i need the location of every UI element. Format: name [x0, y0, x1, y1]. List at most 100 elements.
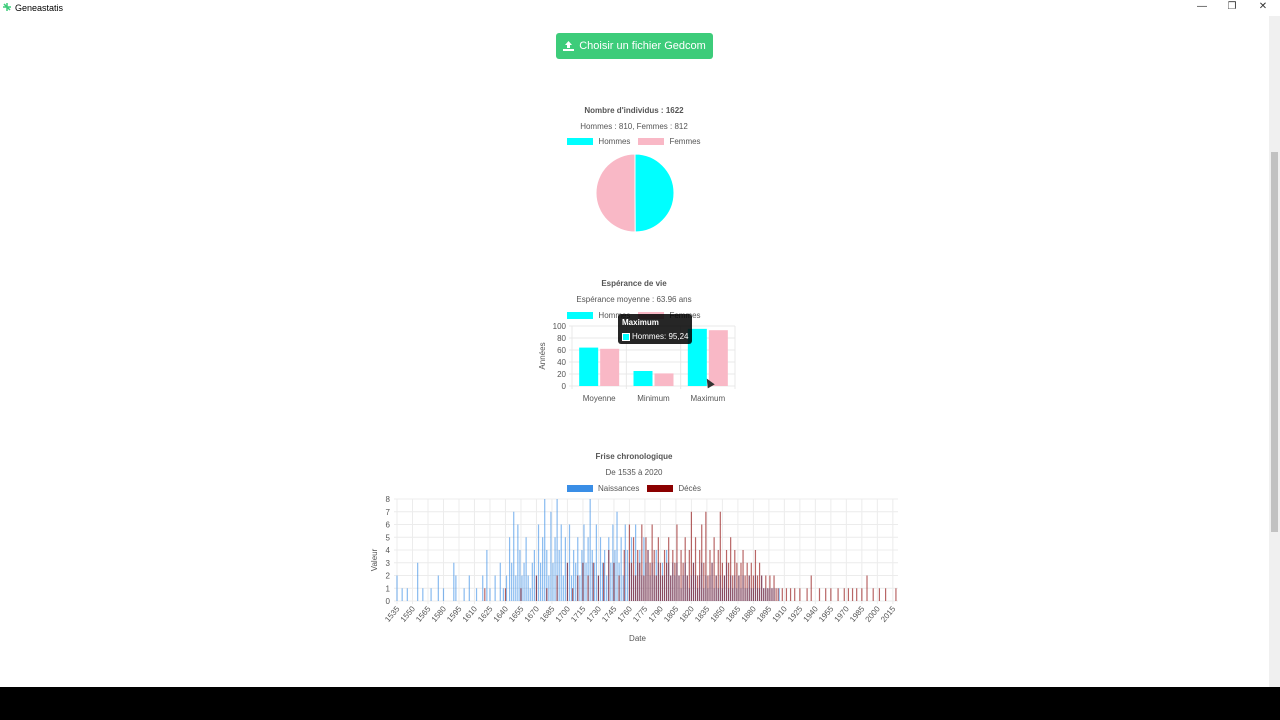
bar-décès	[711, 562, 713, 601]
bar-décès	[851, 588, 854, 601]
x-tick-label: 1565	[414, 604, 433, 624]
x-tick-label: Moyenne	[583, 394, 616, 403]
legend-item-hommes[interactable]: Hommes	[567, 137, 630, 146]
bar-naissances	[579, 575, 581, 601]
bar-décès	[719, 511, 721, 601]
x-tick-label: 1700	[554, 604, 573, 624]
bar-décès	[806, 588, 808, 601]
bar-décès	[690, 511, 693, 601]
legend-item-femmes[interactable]: Femmes	[638, 137, 701, 146]
bar-naissances	[601, 562, 604, 601]
bar-décès	[643, 575, 645, 601]
bar-décès	[582, 562, 584, 601]
bar-décès	[769, 575, 771, 601]
window-title: Geneastatis	[15, 3, 64, 13]
legend-swatch	[647, 485, 674, 492]
bar-naissances	[505, 575, 508, 601]
bar-naissances	[468, 575, 470, 601]
bar-décès	[701, 524, 703, 601]
bar-décès	[717, 550, 719, 601]
restore-icon[interactable]: ❐	[1217, 0, 1247, 16]
x-tick-label: 1730	[585, 604, 604, 624]
scrollbar-thumb[interactable]	[1271, 152, 1278, 532]
y-tick-label: 8	[386, 495, 391, 504]
bar-décès	[843, 588, 845, 601]
x-tick-label: 1985	[848, 604, 867, 624]
choose-gedcom-button[interactable]: Choisir un fichier Gedcom	[556, 33, 713, 59]
bar-décès	[618, 575, 620, 601]
bar-naissances	[552, 562, 554, 601]
bar-décès	[830, 588, 832, 601]
bar-décès	[837, 588, 839, 601]
x-tick-label: 1625	[476, 604, 495, 624]
pie-slice-femmes	[595, 153, 636, 233]
bar-naissances	[531, 562, 533, 601]
bar-femmes-maximum	[708, 330, 728, 386]
bar-décès	[750, 562, 752, 601]
bar-décès	[727, 562, 730, 601]
minimize-icon[interactable]: —	[1187, 0, 1217, 16]
bar-décès	[767, 588, 769, 601]
bar-naissances	[573, 550, 575, 601]
bar-naissances	[622, 575, 624, 601]
bar-naissances	[564, 537, 566, 601]
x-tick-label: 2015	[879, 604, 898, 624]
bar-naissances	[511, 562, 513, 601]
bar-naissances	[502, 588, 504, 601]
bar-décès	[577, 575, 579, 601]
bar-naissances	[482, 575, 484, 601]
bar-naissances	[401, 588, 403, 601]
bar-décès	[794, 588, 796, 601]
bar-décès	[789, 588, 792, 601]
bar-naissances	[583, 524, 585, 601]
bar-décès	[810, 575, 812, 601]
x-tick-label: 1760	[616, 604, 635, 624]
bar-naissances	[589, 499, 591, 601]
bar-décès	[668, 537, 670, 601]
bar-décès	[763, 588, 765, 601]
bar-décès	[742, 550, 744, 601]
title-bar: Geneastatis — ❐ ✕	[0, 0, 1280, 16]
bar-décès	[641, 524, 643, 601]
vertical-scrollbar[interactable]	[1269, 16, 1280, 687]
bar-naissances	[533, 550, 535, 601]
bar-naissances	[521, 575, 523, 601]
bar-naissances	[542, 537, 544, 601]
bar-décès	[847, 588, 850, 601]
y-tick-label: 0	[386, 597, 391, 606]
bar-décès	[602, 562, 605, 601]
bar-décès	[686, 575, 688, 601]
bar-naissances	[575, 562, 577, 601]
bar-décès	[744, 575, 746, 601]
bar-décès	[572, 588, 574, 601]
x-tick-label: 1820	[678, 604, 697, 624]
bar-décès	[694, 537, 697, 601]
bar-décès	[721, 562, 723, 601]
bar-naissances	[475, 588, 478, 601]
bar-décès	[684, 537, 686, 601]
x-tick-label: 1970	[833, 604, 852, 624]
bar-décès	[651, 524, 653, 601]
bar-naissances	[519, 550, 521, 601]
bar-naissances	[539, 562, 542, 601]
close-icon[interactable]: ✕	[1248, 0, 1278, 16]
bar-décès	[632, 537, 635, 601]
x-tick-label: 1595	[445, 604, 464, 624]
y-tick-label: 60	[557, 346, 566, 355]
y-tick-label: 20	[557, 370, 566, 379]
bar-décès	[734, 550, 736, 601]
y-tick-label: 2	[386, 572, 391, 581]
bar-décès	[777, 588, 779, 601]
app-window: Geneastatis — ❐ ✕ Choisir un fichier Ged…	[0, 0, 1280, 687]
x-tick-label: Minimum	[637, 394, 670, 403]
x-tick-label: 1610	[461, 604, 480, 624]
x-tick-label: 1640	[492, 604, 511, 624]
bar-hommes-minimum	[633, 371, 653, 386]
x-tick-label: 1835	[693, 604, 712, 624]
bar-naissances	[463, 588, 465, 601]
bar-décès	[746, 562, 748, 601]
bar-naissances	[558, 550, 560, 601]
y-tick-label: 5	[386, 533, 391, 542]
bar-naissances	[455, 575, 457, 601]
x-tick-label: 1940	[802, 604, 821, 624]
